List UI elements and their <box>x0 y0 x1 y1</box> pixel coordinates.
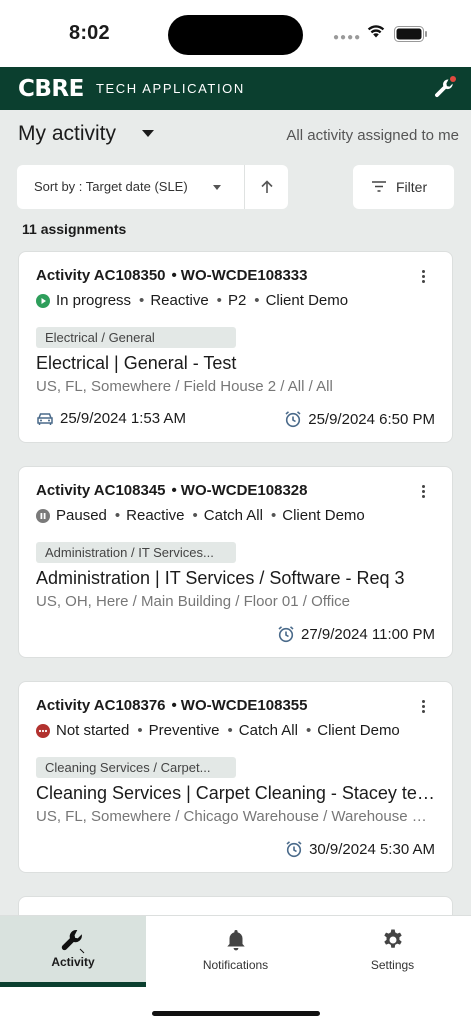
nav-activity-label: Activity <box>51 955 95 969</box>
card-meta: In progress • Reactive • P2 • Client Demo <box>36 292 348 309</box>
card-header: Activity AC108345 • WO-WCDE108328 <box>36 482 308 499</box>
activity-card[interactable]: Activity AC108376 • WO-WCDE108355 Not star… <box>18 681 453 873</box>
start-date-text: 25/9/2024 1:53 AM <box>60 410 186 427</box>
status-bar: 8:02 ●●●● <box>0 0 471 67</box>
activity-id: Activity AC108376 <box>36 697 166 714</box>
wifi-icon <box>367 25 385 38</box>
play-icon <box>36 293 50 308</box>
nav-notifications-label: Notifications <box>202 958 269 972</box>
title-row: My activity All activity assigned to me <box>0 118 471 154</box>
start-date: 25/9/2024 1:53 AM <box>36 410 186 427</box>
client-name: Client Demo <box>317 722 400 739</box>
due-date: 25/9/2024 6:50 PM <box>284 410 435 428</box>
filter-button[interactable]: Filter <box>353 165 454 209</box>
nav-settings-label: Settings <box>370 958 415 972</box>
work-order-id: WO-WCDE108328 <box>180 482 308 499</box>
sort-control: Sort by : Target date (SLE) <box>17 165 288 209</box>
work-order-id: WO-WCDE108355 <box>180 697 308 714</box>
more-options-icon[interactable] <box>422 270 426 285</box>
status-time: 8:02 <box>69 22 110 44</box>
wrench-notification-icon[interactable] <box>432 75 458 101</box>
bottom-nav: Activity Notifications Settings <box>0 915 471 988</box>
home-area <box>0 987 471 1024</box>
battery-icon <box>394 26 427 42</box>
card-header: Activity AC108350 • WO-WCDE108333 <box>36 267 308 284</box>
dynamic-island <box>168 15 303 55</box>
due-date-text: 27/9/2024 11:00 PM <box>301 625 435 643</box>
gear-icon <box>383 929 402 948</box>
sort-direction-button[interactable] <box>245 165 288 209</box>
due-date-text: 30/9/2024 5:30 AM <box>309 840 435 858</box>
more-options-icon[interactable] <box>422 700 426 715</box>
card-header: Activity AC108376 • WO-WCDE108355 <box>36 697 308 714</box>
alarm-clock-icon <box>278 626 294 643</box>
due-date-text: 25/9/2024 6:50 PM <box>308 410 435 428</box>
alarm-clock-icon <box>286 841 302 858</box>
status-text: Paused <box>56 507 107 524</box>
card-title: Electrical | General - Test <box>36 353 237 373</box>
client-name: Client Demo <box>265 292 349 309</box>
sort-select[interactable]: Sort by : Target date (SLE) <box>34 179 188 194</box>
bell-icon <box>226 930 245 951</box>
filter-label: Filter <box>396 179 428 195</box>
card-meta: Not started • Preventive • Catch All • Clie… <box>36 722 400 739</box>
card-title: Administration | IT Services / Software … <box>36 568 405 588</box>
work-type: Reactive <box>150 292 209 309</box>
due-date: 27/9/2024 11:00 PM <box>277 625 435 643</box>
activity-id: Activity AC108345 <box>36 482 166 499</box>
nav-notifications[interactable]: Notifications <box>157 916 314 988</box>
more-options-icon[interactable] <box>422 485 426 500</box>
nav-activity[interactable]: Activity <box>0 916 146 988</box>
nav-settings[interactable]: Settings <box>314 916 471 988</box>
pause-icon <box>36 508 50 523</box>
card-meta: Paused • Reactive • Catch All • Client Demo <box>36 507 365 524</box>
page-title[interactable]: My activity <box>18 122 116 146</box>
alarm-clock-icon <box>285 411 301 428</box>
work-type: Preventive <box>148 722 220 739</box>
app-header: CBRE TECH APPLICATION <box>0 67 471 110</box>
assignment-count: 11 assignments <box>22 221 127 237</box>
status-text: Not started <box>56 722 130 739</box>
card-location: US, FL, Somewhere / Field House 2 / All … <box>36 378 333 395</box>
wrench-icon <box>61 929 85 954</box>
signal-icon: ●●●● <box>333 32 362 43</box>
activity-card[interactable]: Activity AC108350 • WO-WCDE108333 In progr… <box>18 251 453 443</box>
brand-logo: CBRE <box>18 76 84 102</box>
activity-card[interactable]: Activity AC108345 • WO-WCDE108328 Paused •… <box>18 466 453 658</box>
category-tag: Cleaning Services / Carpet... <box>36 757 236 778</box>
car-icon <box>37 412 53 425</box>
arrow-up-icon <box>260 180 273 193</box>
app-name: TECH APPLICATION <box>96 81 245 96</box>
priority: P2 <box>227 292 247 309</box>
status-text: In progress <box>56 292 132 309</box>
category-tag: Administration / IT Services... <box>36 542 236 563</box>
caret-down-icon[interactable] <box>142 130 154 137</box>
dropdown-caret-icon[interactable] <box>213 185 221 190</box>
work-type: Reactive <box>126 507 185 524</box>
activity-id: Activity AC108350 <box>36 267 166 284</box>
filter-icon <box>372 181 386 192</box>
home-indicator[interactable] <box>152 1011 320 1016</box>
work-order-id: WO-WCDE108333 <box>180 267 308 284</box>
ellipsis-icon <box>36 723 50 738</box>
card-location: US, FL, Somewhere / Chicago Warehouse / … <box>36 808 428 825</box>
priority: Catch All <box>203 507 263 524</box>
due-date: 30/9/2024 5:30 AM <box>285 840 435 858</box>
card-location: US, OH, Here / Main Building / Floor 01 … <box>36 593 351 610</box>
category-tag: Electrical / General <box>36 327 236 348</box>
priority: Catch All <box>238 722 298 739</box>
client-name: Client Demo <box>282 507 365 524</box>
scope-label: All activity assigned to me <box>286 127 459 144</box>
card-title: Cleaning Services | Carpet Cleaning - St… <box>36 783 440 803</box>
